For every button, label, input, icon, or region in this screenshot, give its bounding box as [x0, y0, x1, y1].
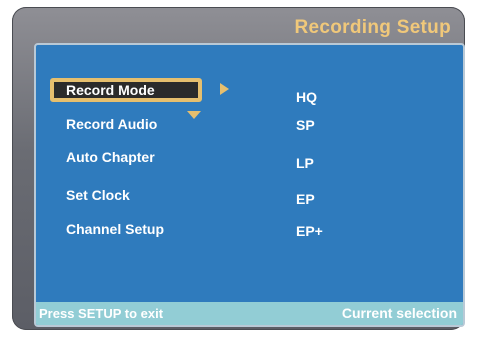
- exit-hint: Press SETUP to exit: [39, 306, 164, 321]
- menu-item-channel-setup[interactable]: Channel Setup: [66, 221, 164, 237]
- option-sp[interactable]: SP: [296, 117, 315, 133]
- menu-item-record-audio[interactable]: Record Audio: [66, 116, 157, 132]
- footer-bar: Press SETUP to exit Current selection: [36, 302, 463, 325]
- menu-item-auto-chapter[interactable]: Auto Chapter: [66, 149, 155, 165]
- triangle-down-icon: [187, 111, 201, 119]
- status-text: Current selection: [341, 305, 457, 321]
- osd-window: Recording Setup Record Mode Record Audio…: [12, 7, 465, 330]
- menu-item-set-clock[interactable]: Set Clock: [66, 187, 130, 203]
- screen-title: Recording Setup: [294, 17, 451, 38]
- option-hq[interactable]: HQ: [296, 89, 317, 105]
- triangle-right-icon: [220, 83, 229, 95]
- menu-item-record-mode[interactable]: Record Mode: [50, 78, 202, 102]
- menu-panel: Record Mode Record Audio Auto Chapter Se…: [34, 43, 465, 327]
- option-lp[interactable]: LP: [296, 155, 314, 171]
- option-ep[interactable]: EP: [296, 191, 315, 207]
- option-ep-plus[interactable]: EP+: [296, 223, 323, 239]
